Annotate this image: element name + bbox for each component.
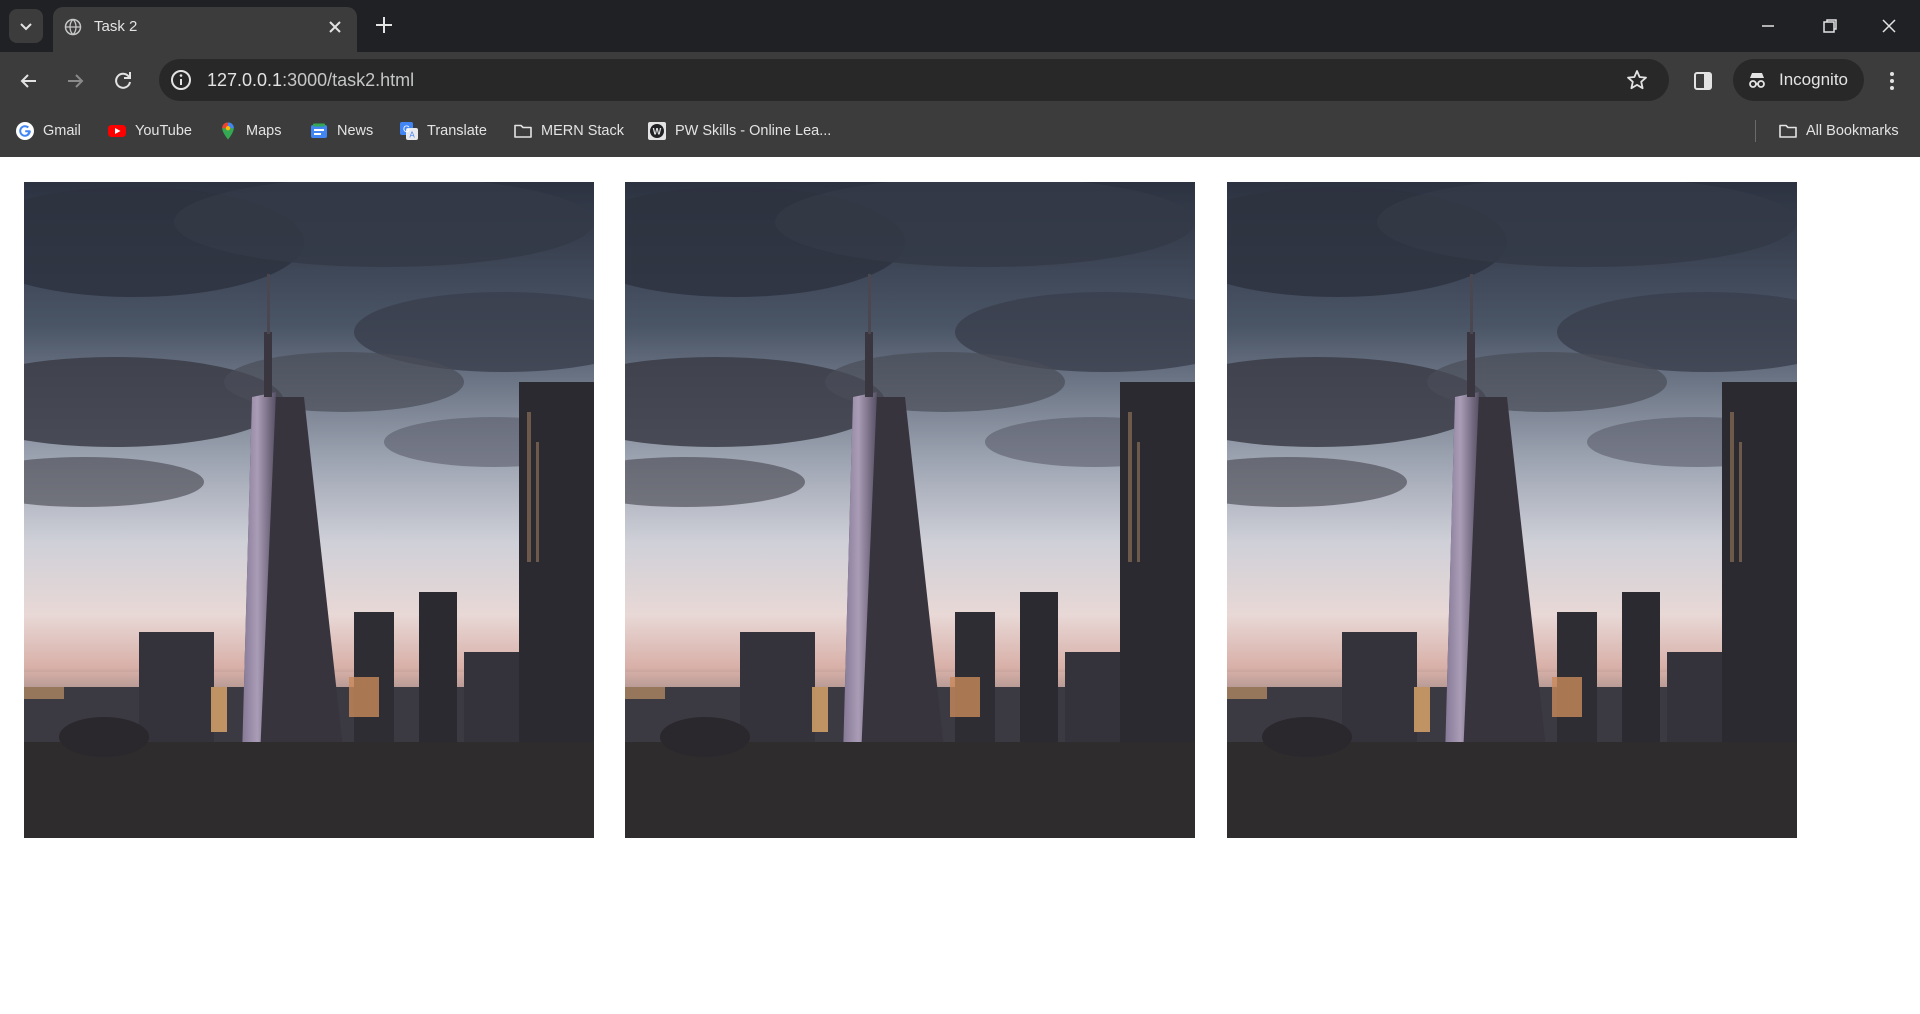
city-photo-3	[1227, 182, 1797, 838]
site-info-icon[interactable]	[169, 68, 193, 92]
all-bookmarks-label: All Bookmarks	[1806, 123, 1899, 139]
news-icon	[311, 123, 327, 138]
url-text: 127.0.0.1:3000/task2.html	[207, 70, 414, 91]
browser-toolbar: 127.0.0.1:3000/task2.html Incognito	[0, 52, 1920, 108]
address-bar[interactable]: 127.0.0.1:3000/task2.html	[159, 59, 1669, 101]
new-tab-icon[interactable]	[372, 13, 396, 37]
svg-text:W: W	[653, 127, 662, 137]
youtube-icon	[108, 125, 126, 137]
bookmarks-bar: Gmail YouTube Maps News G A Translate ME…	[0, 108, 1920, 157]
bookmark-label: MERN Stack	[541, 123, 624, 139]
url-host: 127.0.0.1	[207, 70, 283, 90]
skyscraper-image	[625, 182, 1195, 838]
all-bookmarks-button[interactable]: All Bookmarks	[1778, 118, 1899, 144]
city-photo-2	[625, 182, 1195, 838]
more-menu-icon[interactable]	[1878, 67, 1906, 95]
restore-icon[interactable]	[1816, 13, 1842, 39]
close-window-icon[interactable]	[1876, 13, 1902, 39]
bookmark-translate[interactable]: G A Translate	[399, 118, 487, 144]
bookmark-label: PW Skills - Online Lea...	[675, 123, 832, 139]
page-viewport	[0, 157, 1920, 1014]
incognito-icon	[1749, 73, 1765, 88]
reload-icon[interactable]	[110, 68, 136, 94]
skyscraper-image	[1227, 182, 1797, 838]
translate-icon: G A	[400, 122, 418, 140]
side-panel-icon[interactable]	[1690, 68, 1716, 94]
bookmark-label: YouTube	[135, 123, 192, 139]
forward-icon[interactable]	[62, 68, 88, 94]
bookmark-label: Translate	[427, 123, 487, 139]
bookmark-gmail[interactable]: Gmail	[15, 118, 81, 144]
url-path: :3000/task2.html	[282, 70, 415, 90]
folder-icon	[514, 124, 532, 138]
bookmark-pw-skills[interactable]: W PW Skills - Online Lea...	[647, 118, 831, 144]
bookmark-youtube[interactable]: YouTube	[107, 118, 192, 144]
bookmark-label: Maps	[246, 123, 282, 139]
bookmark-maps[interactable]: Maps	[218, 118, 281, 144]
close-tab-icon[interactable]	[325, 17, 345, 37]
gmail-icon	[16, 122, 34, 140]
bookmark-label: News	[337, 123, 374, 139]
bookmark-news[interactable]: News	[309, 118, 373, 144]
tab-title: Task 2	[94, 18, 138, 35]
bookmarks-divider	[1755, 120, 1756, 142]
svg-text:A: A	[409, 131, 415, 140]
folder-icon	[1779, 124, 1797, 138]
minimize-icon[interactable]	[1755, 13, 1781, 39]
city-photo-1	[24, 182, 594, 838]
tab-search-button[interactable]	[9, 9, 43, 43]
bookmark-folder-mern-stack[interactable]: MERN Stack	[513, 118, 624, 144]
maps-icon	[222, 122, 234, 140]
chevron-down-icon	[20, 23, 32, 31]
active-tab[interactable]: Task 2	[53, 7, 357, 52]
bookmark-label: Gmail	[43, 123, 81, 139]
bookmark-star-icon[interactable]	[1625, 68, 1649, 92]
skyscraper-image	[24, 182, 594, 838]
incognito-badge[interactable]: Incognito	[1733, 59, 1864, 101]
incognito-label: Incognito	[1779, 70, 1848, 89]
tab-strip: Task 2	[0, 0, 1920, 52]
back-icon[interactable]	[16, 68, 42, 94]
globe-icon	[64, 18, 82, 36]
pw-skills-icon: W	[648, 122, 666, 140]
